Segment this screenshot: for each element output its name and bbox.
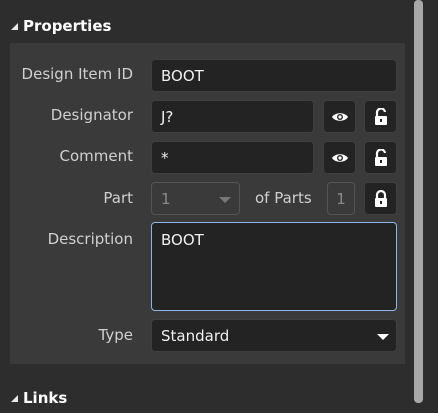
designator-visibility-button[interactable] [323,100,356,133]
comment-visibility-button[interactable] [323,141,356,174]
part-value: 1 [161,189,171,208]
part-label: Part [103,189,133,207]
properties-header-label: Properties [23,17,112,35]
designator-lock-button[interactable] [364,100,397,133]
design-item-id-field[interactable]: BOOT [151,59,397,92]
links-section-header[interactable]: Links [0,383,410,413]
unlock-icon [374,148,387,166]
comment-label: Comment [59,147,134,165]
designator-label: Designator [50,106,133,124]
collapse-triangle-icon[interactable] [11,394,18,402]
properties-panel: Properties Design Item ID BOOT Designato… [0,0,438,407]
description-textarea[interactable]: BOOT [151,222,397,311]
eye-icon [331,153,348,162]
of-parts-label: of Parts [255,189,312,207]
part-lock-button[interactable] [364,182,397,215]
type-value: Standard [161,326,230,345]
lock-icon [374,189,387,207]
links-header-label: Links [23,389,68,407]
unlock-icon [374,107,387,125]
eye-icon [331,112,348,121]
chevron-down-icon [219,197,231,203]
properties-section-header[interactable]: Properties [0,11,410,41]
collapse-triangle-icon[interactable] [11,22,18,30]
type-dropdown[interactable]: Standard [151,319,397,352]
part-dropdown[interactable]: 1 [151,182,240,215]
type-label: Type [98,326,133,344]
design-item-id-label: Design Item ID [21,65,133,83]
of-parts-field: 1 [327,182,355,215]
designator-field[interactable]: J? [151,100,314,133]
scrollbar-thumb[interactable] [414,0,423,403]
comment-field[interactable]: * [151,141,314,174]
description-label: Description [47,230,133,248]
comment-lock-button[interactable] [364,141,397,174]
chevron-down-icon [377,334,389,340]
